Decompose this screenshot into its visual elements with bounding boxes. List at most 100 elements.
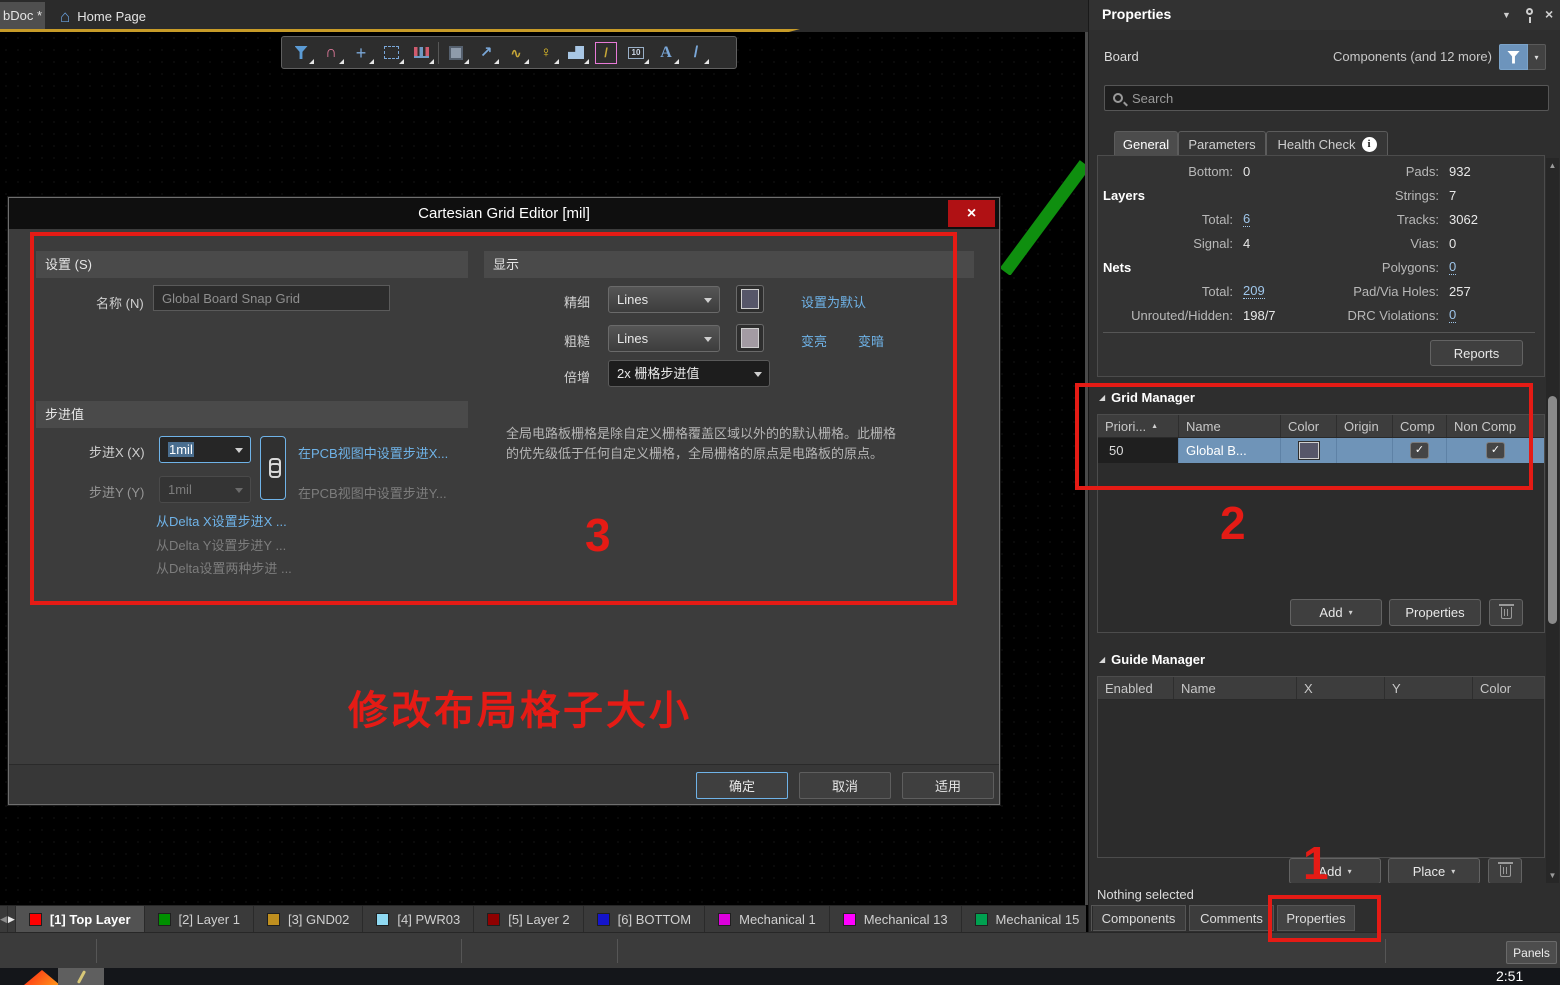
filter-icon[interactable] (286, 39, 316, 66)
layer-tab-bottom[interactable]: [6] BOTTOM (584, 906, 705, 932)
layer-color-swatch (597, 913, 610, 926)
holes-value: 257 (1439, 284, 1471, 299)
magnet-icon[interactable]: ∩ (316, 39, 346, 66)
text-icon[interactable]: A (651, 39, 681, 66)
layer-tab-top-layer[interactable]: [1] Top Layer (16, 906, 145, 932)
layer-tab-mechanical-15[interactable]: Mechanical 15 (962, 906, 1094, 932)
pads-value: 932 (1439, 164, 1471, 179)
tab-health-check[interactable]: Health Check i (1266, 131, 1388, 156)
filter-dropdown-button[interactable]: ▾ (1528, 44, 1546, 70)
unrouted-value: 198/7 (1233, 308, 1276, 323)
guide-manager-table: Enabled Name X Y Color (1097, 676, 1545, 858)
reports-button[interactable]: Reports (1430, 340, 1523, 366)
strings-value: 7 (1439, 188, 1456, 203)
layer-tab-bar: ◀ ▶ [1] Top Layer [2] Layer 1 [3] GND02 … (0, 905, 1086, 932)
grid-delete-button[interactable] (1489, 599, 1523, 626)
pcb-green-track (995, 150, 1087, 275)
nets-total-link[interactable]: 209 (1243, 283, 1265, 299)
search-box[interactable] (1104, 85, 1549, 111)
layer-color-swatch (487, 913, 500, 926)
guide-delete-button[interactable] (1488, 858, 1522, 884)
layer-color-swatch (843, 913, 856, 926)
layer-tab-pwr03[interactable]: [4] PWR03 (363, 906, 474, 932)
guide-manager-header-row: Enabled Name X Y Color (1098, 677, 1544, 700)
dialog-title: Cartesian Grid Editor [mil] (9, 198, 999, 229)
panel-menu-icon[interactable]: ▼ (1502, 10, 1511, 20)
pen-tool-icon[interactable] (58, 968, 104, 985)
scroll-up-icon[interactable]: ▲ (1546, 161, 1559, 170)
search-input[interactable] (1130, 90, 1540, 107)
ok-button[interactable]: 确定 (696, 772, 788, 799)
tab-components[interactable]: Components (1091, 905, 1186, 931)
line-icon[interactable]: / (681, 39, 711, 66)
column-x[interactable]: X (1296, 677, 1384, 699)
tune-icon[interactable]: ∿ (501, 39, 531, 66)
trash-icon (1500, 865, 1511, 877)
guide-place-button[interactable]: Place▾ (1388, 858, 1480, 884)
status-divider (1385, 939, 1386, 963)
layer-tab-layer-2[interactable]: [5] Layer 2 (474, 906, 583, 932)
active-track-icon[interactable]: / (591, 39, 621, 66)
polygon-icon[interactable] (561, 39, 591, 66)
tab-home-page[interactable]: ⌂ Home Page (48, 2, 158, 30)
tab-parameters[interactable]: Parameters (1178, 131, 1266, 156)
apply-button[interactable]: 适用 (902, 772, 994, 799)
cancel-button[interactable]: 取消 (799, 772, 891, 799)
grid-properties-button[interactable]: Properties (1389, 599, 1481, 626)
layer-tab-gnd02[interactable]: [3] GND02 (254, 906, 363, 932)
annotation-number-1: 1 (1303, 840, 1329, 886)
dialog-footer: 确定 取消 适用 (9, 764, 999, 804)
panel-scrollbar[interactable]: ▲ ▼ (1546, 158, 1559, 883)
column-enabled[interactable]: Enabled (1098, 677, 1173, 699)
active-tab-underline (0, 29, 800, 32)
info-icon[interactable]: i (1362, 137, 1377, 152)
annotation-number-3: 3 (585, 512, 611, 558)
layers-scroll-left-icon[interactable]: ◀ (0, 906, 8, 932)
stats-separator (1103, 332, 1535, 333)
altium-pcb-editor-screen: bDoc * ⌂ Home Page ∩ + ↗ ∿ ♀ / 10 A / Ca… (0, 0, 1560, 985)
pads-icon[interactable] (406, 39, 436, 66)
polygons-link[interactable]: 0 (1449, 259, 1456, 275)
selection-box-icon[interactable] (376, 39, 406, 66)
tab-general[interactable]: General (1114, 131, 1178, 156)
annotation-box-step-3 (30, 232, 957, 605)
toolbar-divider (438, 42, 439, 64)
tab-comments[interactable]: Comments (1189, 905, 1274, 931)
layer-tab-mechanical-13[interactable]: Mechanical 13 (830, 906, 962, 932)
annotation-note: 修改布局格子大小 (348, 678, 692, 736)
grid-add-button[interactable]: Add▾ (1290, 599, 1382, 626)
panel-close-icon[interactable]: × (1545, 6, 1553, 22)
measure-icon[interactable]: 10 (621, 39, 651, 66)
document-tab-bar: bDoc * ⌂ Home Page (0, 0, 1088, 32)
layer-tab-layer-1[interactable]: [2] Layer 1 (145, 906, 254, 932)
layer-color-swatch (376, 913, 389, 926)
dialog-close-button[interactable]: × (948, 200, 995, 227)
annotation-box-step-2 (1075, 383, 1533, 490)
search-icon (1113, 93, 1123, 103)
scroll-down-icon[interactable]: ▼ (1546, 871, 1559, 880)
drc-violations-link[interactable]: 0 (1449, 307, 1456, 323)
vias-value: 0 (1439, 236, 1456, 251)
via-icon[interactable]: ♀ (531, 39, 561, 66)
layers-total-link[interactable]: 6 (1243, 211, 1250, 227)
layer-color-swatch (29, 913, 42, 926)
guide-manager-heading[interactable]: ◢ Guide Manager (1099, 652, 1205, 667)
component-icon[interactable] (441, 39, 471, 66)
crosshair-icon[interactable]: + (346, 39, 376, 66)
trash-icon (1501, 607, 1512, 619)
column-guide-name[interactable]: Name (1173, 677, 1296, 699)
layer-tab-mechanical-1[interactable]: Mechanical 1 (705, 906, 830, 932)
layer-color-swatch (718, 913, 731, 926)
layers-scroll-right-icon[interactable]: ▶ (8, 906, 16, 932)
layer-color-swatch (267, 913, 280, 926)
caret-down-icon: ▾ (1451, 867, 1455, 876)
tab-pcbdoc[interactable]: bDoc * (0, 2, 45, 30)
scrollbar-thumb[interactable] (1548, 396, 1557, 624)
column-y[interactable]: Y (1384, 677, 1472, 699)
pin-icon[interactable] (1526, 8, 1533, 15)
filter-funnel-icon (1507, 51, 1520, 64)
column-guide-color[interactable]: Color (1472, 677, 1544, 699)
panels-button[interactable]: Panels (1506, 941, 1557, 964)
route-icon[interactable]: ↗ (471, 39, 501, 66)
filter-button[interactable] (1499, 44, 1528, 70)
